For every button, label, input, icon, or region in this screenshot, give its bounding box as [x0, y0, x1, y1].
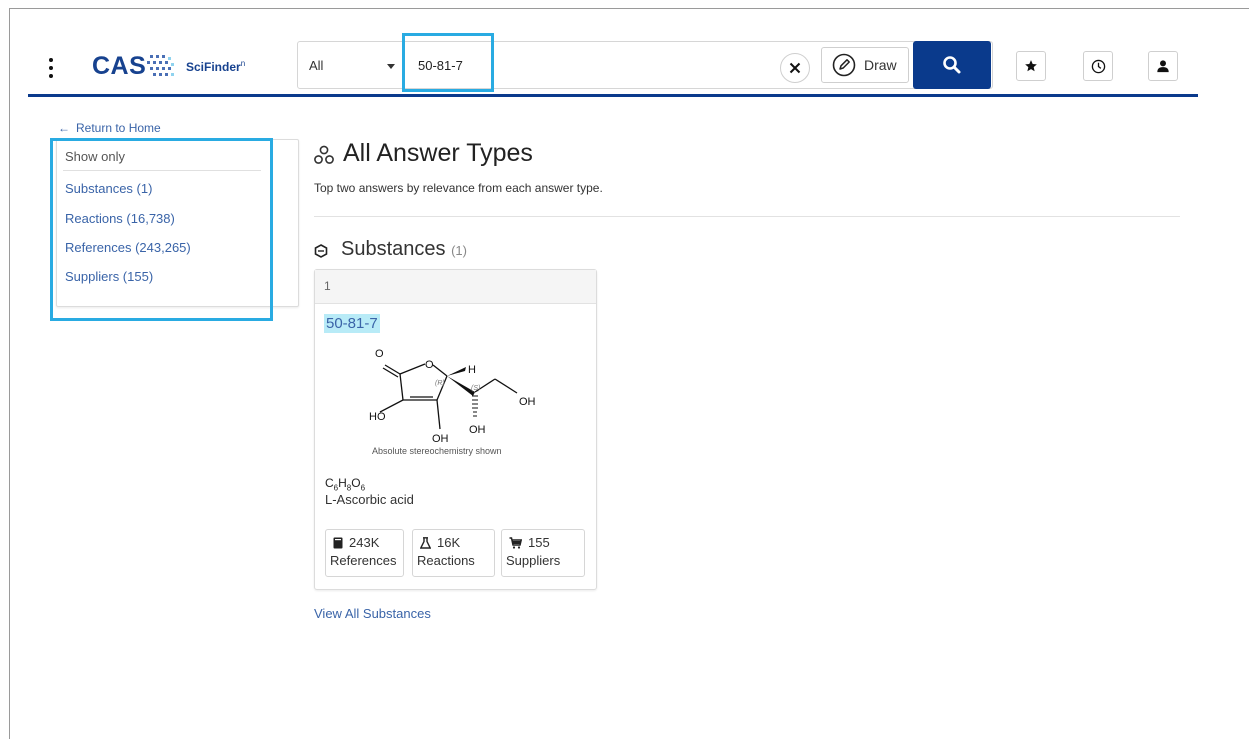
molecular-formula: C6H8O6 [325, 476, 366, 493]
draw-button[interactable]: Draw [821, 47, 909, 83]
suppliers-count-button[interactable]: 155 Suppliers [501, 529, 585, 577]
chevron-down-icon[interactable] [387, 64, 395, 69]
return-home-link[interactable]: ← Return to Home [58, 121, 161, 135]
highlight-search-input [402, 33, 494, 92]
book-icon [333, 537, 343, 549]
structure-oh-label-1: OH [519, 396, 536, 408]
main-menu-icon[interactable] [44, 58, 58, 78]
clear-search-button[interactable] [780, 53, 810, 83]
structure-s-label: (S) [471, 385, 480, 392]
structure-carbonyl-oxygen-label: O [375, 348, 384, 360]
search-type-select[interactable]: All [309, 58, 323, 73]
cas-logo-mark-icon [147, 55, 174, 76]
pencil-circle-icon [832, 53, 856, 77]
clock-icon [1091, 59, 1105, 73]
cas-logo-text: CAS [92, 52, 147, 80]
window-frame [9, 8, 1249, 739]
close-icon [789, 62, 801, 74]
page-subtitle: Top two answers by relevance from each a… [314, 181, 603, 195]
account-button[interactable] [1148, 51, 1178, 81]
substances-heading: Substances (1) [341, 238, 467, 260]
highlight-filter-panel [50, 138, 273, 321]
hexagon-icon [314, 244, 328, 258]
flask-icon [420, 537, 431, 549]
stereochemistry-note: Absolute stereochemistry shown [372, 446, 502, 456]
draw-label: Draw [864, 57, 897, 73]
answer-types-icon [314, 145, 334, 164]
structure-hydrogen-label: H [468, 364, 476, 376]
structure-ring-oxygen-label: O [425, 359, 434, 371]
user-icon [1157, 60, 1169, 73]
references-count-button[interactable]: 243K References [325, 529, 404, 577]
card-header [315, 270, 596, 304]
search-button[interactable] [913, 41, 991, 89]
cart-icon [509, 537, 522, 549]
star-icon [1025, 60, 1037, 72]
substances-count: (1) [451, 243, 467, 258]
search-icon [943, 56, 961, 74]
structure-oh-label-3: OH [432, 433, 449, 445]
reactions-count-button[interactable]: 16K Reactions [412, 529, 495, 577]
view-all-substances-link[interactable]: View All Substances [314, 606, 431, 621]
page-title: All Answer Types [343, 139, 533, 167]
title-divider [314, 216, 1180, 217]
arrow-left-icon: ← [58, 121, 70, 135]
structure-oh-label-2: OH [469, 424, 486, 436]
structure-r-label: (R) [435, 380, 445, 387]
result-index: 1 [324, 279, 331, 293]
header-divider [28, 94, 1198, 97]
substance-name: L-Ascorbic acid [325, 492, 414, 507]
chemical-structure-image[interactable]: O O H (R) (S) OH HO OH OH [355, 343, 555, 448]
cas-registry-number-link[interactable]: 50-81-7 [324, 314, 380, 333]
favorites-button[interactable] [1016, 51, 1046, 81]
history-button[interactable] [1083, 51, 1113, 81]
scifinder-logo: SciFindern [186, 59, 246, 74]
structure-ho-label: HO [369, 411, 386, 423]
